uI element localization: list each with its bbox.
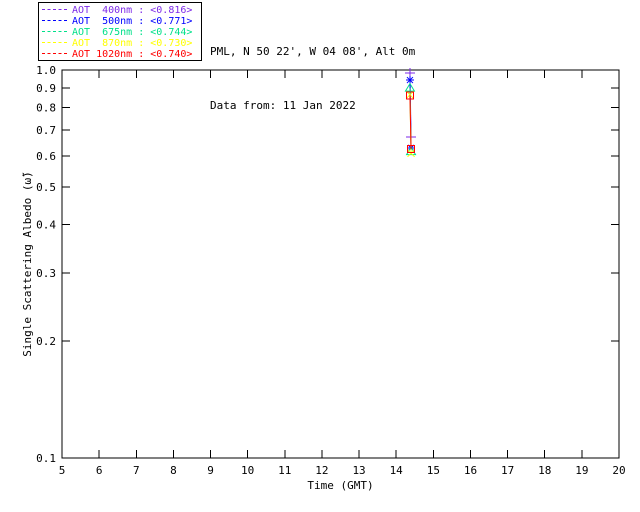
y-tick-label: 0.6 (36, 150, 56, 163)
legend-line-sample (42, 20, 67, 21)
x-tick-label: 15 (427, 464, 440, 477)
x-tick-label: 20 (612, 464, 625, 477)
y-tick-label: 0.1 (36, 452, 56, 465)
x-tick-label: 8 (170, 464, 177, 477)
y-tick-label: 0.5 (36, 181, 56, 194)
ssa-plot-figure: 5 6 7 8 9 10 11 12 13 14 15 16 17 18 19 20 1.0 0.9 0.8 0.7 0… (0, 0, 640, 512)
x-tick-label: 14 (390, 464, 404, 477)
y-tick-label: 0.3 (36, 267, 56, 280)
x-tick-label: 5 (59, 464, 66, 477)
legend-line-sample (42, 42, 67, 43)
legend-item-label: AOT 1020nm : <0.740> (72, 49, 193, 60)
x-tick-label: 18 (538, 464, 551, 477)
data-date: Data from: 11 Jan 2022 (210, 99, 356, 112)
station-info: PML, N 50 22', W 04 08', Alt 0m (210, 45, 416, 58)
x-tick-label: 16 (464, 464, 477, 477)
legend-item: AOT 675nm : <0.744> (42, 27, 201, 38)
y-tick-label: 0.8 (36, 102, 56, 115)
x-tick-label: 19 (575, 464, 588, 477)
legend-item-label: AOT 870nm : <0.730> (72, 38, 193, 49)
legend-item-label: AOT 500nm : <0.771> (72, 16, 193, 27)
y-axis-label: Single Scattering Albedo (ω̃) (21, 171, 34, 356)
legend-box: AOT 400nm : <0.816> AOT 500nm : <0.771> … (38, 2, 202, 61)
legend-item: AOT 400nm : <0.816> (42, 5, 201, 16)
legend-item-label: AOT 400nm : <0.816> (72, 5, 193, 16)
y-tick-label: 0.4 (36, 218, 56, 231)
y-tick-label: 1.0 (36, 64, 56, 77)
legend-item: AOT 500nm : <0.771> (42, 16, 201, 27)
x-axis-label: Time (GMT) (307, 479, 373, 492)
y-tick-label: 0.7 (36, 124, 56, 137)
plot-header: PML, N 50 22', W 04 08', Alt 0m Data fro… (210, 7, 415, 151)
y-tick-label: 0.9 (36, 82, 56, 95)
legend-line-sample (42, 9, 67, 10)
y-tick-label: 0.2 (36, 335, 56, 348)
x-tick-label: 17 (501, 464, 514, 477)
legend-line-sample (42, 31, 67, 32)
legend-item: AOT 870nm : <0.730> (42, 38, 201, 49)
x-tick-label: 9 (207, 464, 214, 477)
x-tick-label: 6 (96, 464, 103, 477)
legend-item: AOT 1020nm : <0.740> (42, 49, 201, 60)
x-tick-label: 11 (278, 464, 291, 477)
legend-item-label: AOT 675nm : <0.744> (72, 27, 193, 38)
x-tick-label: 12 (315, 464, 328, 477)
legend-line-sample (42, 53, 67, 54)
x-tick-label: 10 (241, 464, 254, 477)
x-tick-label: 7 (133, 464, 140, 477)
x-tick-label: 13 (352, 464, 365, 477)
